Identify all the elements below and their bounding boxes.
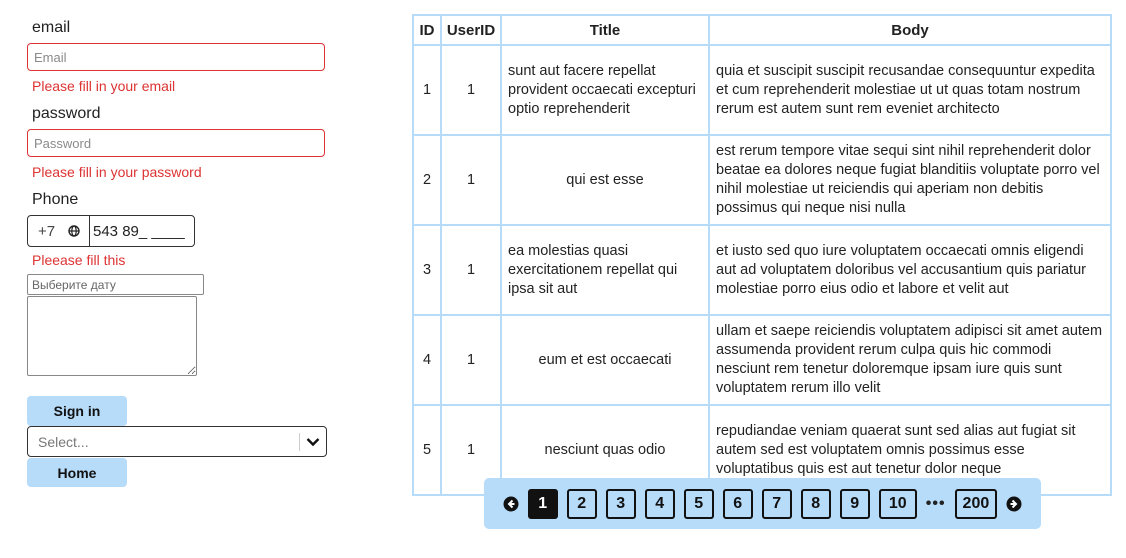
cell-title: qui est esse (500, 134, 710, 226)
select-placeholder: Select... (38, 433, 89, 450)
cell-id: 1 (412, 44, 442, 136)
cell-userid: 1 (440, 44, 502, 136)
cell-userid: 1 (440, 134, 502, 226)
cell-id: 4 (412, 314, 442, 406)
cell-title: sunt aut facere repellat provident occae… (500, 44, 710, 136)
cell-title: eum et est occaecati (500, 314, 710, 406)
pagination: 1 2 3 4 5 6 7 8 9 10 ••• 200 (484, 478, 1041, 529)
pagination-ellipsis: ••• (925, 494, 946, 512)
password-input[interactable] (27, 129, 325, 157)
cell-userid: 1 (440, 224, 502, 316)
phone-field: +7 543 89_ ____ (27, 215, 195, 247)
chevron-down-icon[interactable] (300, 437, 326, 447)
message-textarea[interactable] (27, 296, 197, 376)
cell-body: ullam et saepe reiciendis voluptatem adi… (708, 314, 1112, 406)
table-row: 2 1 qui est esse est rerum tempore vitae… (412, 134, 1112, 226)
sign-in-button[interactable]: Sign in (27, 396, 127, 426)
phone-error: Pleease fill this (32, 252, 126, 268)
table-row: 4 1 eum et est occaecati ullam et saepe … (412, 314, 1112, 406)
page-button-1[interactable]: 1 (527, 488, 558, 519)
cell-title: ea molestias quasi exercitationem repell… (500, 224, 710, 316)
header-userid: UserID (440, 14, 502, 46)
cell-body: est rerum tempore vitae sequi sint nihil… (708, 134, 1112, 226)
cell-userid: 1 (440, 314, 502, 406)
cell-id: 3 (412, 224, 442, 316)
header-title: Title (500, 14, 710, 46)
next-page-icon[interactable] (1006, 496, 1022, 512)
page-button-last[interactable]: 200 (954, 488, 998, 519)
country-code: +7 (38, 222, 56, 240)
table-header-row: ID UserID Title Body (412, 14, 1112, 46)
cell-id: 5 (412, 404, 442, 496)
page-button-3[interactable]: 3 (605, 488, 636, 519)
home-button[interactable]: Home (27, 458, 127, 487)
email-label: email (32, 19, 71, 36)
phone-input[interactable]: 543 89_ ____ (90, 223, 185, 240)
header-body: Body (708, 14, 1112, 46)
table-row: 3 1 ea molestias quasi exercitationem re… (412, 224, 1112, 316)
globe-icon (68, 225, 80, 237)
password-error: Please fill in your password (32, 164, 202, 180)
table-row: 1 1 sunt aut facere repellat provident o… (412, 44, 1112, 136)
password-label: password (32, 105, 101, 122)
cell-body: et iusto sed quo iure voluptatem occaeca… (708, 224, 1112, 316)
country-code-select[interactable]: +7 (28, 216, 90, 246)
page-button-4[interactable]: 4 (644, 488, 675, 519)
page-button-9[interactable]: 9 (839, 488, 870, 519)
cell-id: 2 (412, 134, 442, 226)
phone-label: Phone (32, 191, 79, 208)
page-button-8[interactable]: 8 (800, 488, 831, 519)
page-button-2[interactable]: 2 (566, 488, 597, 519)
posts-table: ID UserID Title Body 1 1 sunt aut facere… (412, 14, 1112, 496)
page-button-10[interactable]: 10 (878, 488, 917, 519)
page-button-6[interactable]: 6 (722, 488, 753, 519)
date-input[interactable] (27, 274, 204, 295)
email-input[interactable] (27, 43, 325, 71)
header-id: ID (412, 14, 442, 46)
page-button-7[interactable]: 7 (761, 488, 792, 519)
dropdown-select[interactable]: Select... (27, 426, 327, 457)
page-button-5[interactable]: 5 (683, 488, 714, 519)
cell-body: quia et suscipit suscipit recusandae con… (708, 44, 1112, 136)
prev-page-icon[interactable] (503, 496, 519, 512)
email-error: Please fill in your email (32, 78, 176, 94)
